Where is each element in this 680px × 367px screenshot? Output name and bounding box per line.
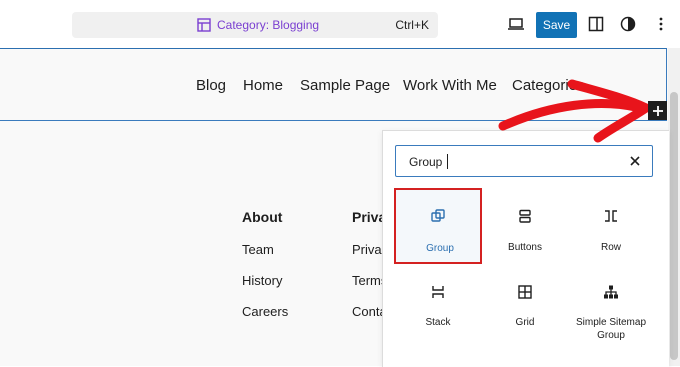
search-value: Group <box>409 155 443 169</box>
nav-item-categories[interactable]: Categories <box>512 77 585 94</box>
buttons-icon <box>519 209 531 223</box>
block-item-grid[interactable]: Grid <box>481 266 569 342</box>
footer-heading-about: About <box>242 209 283 225</box>
block-inserter-toggle[interactable] <box>648 101 667 120</box>
block-label-group: Group <box>426 243 454 254</box>
sidebar-toggle-icon[interactable] <box>587 15 605 33</box>
nav-item-blog[interactable]: Blog <box>196 77 226 94</box>
footer-link-careers[interactable]: Careers <box>242 304 288 319</box>
block-item-simple-sitemap-group[interactable]: Simple Sitemap Group <box>567 266 655 342</box>
nav-item-work-with-me[interactable]: Work With Me <box>403 77 497 94</box>
sitemap-icon <box>604 285 618 299</box>
desktop-preview-icon[interactable] <box>507 15 525 33</box>
close-icon[interactable] <box>628 154 642 168</box>
nav-item-sample-page[interactable]: Sample Page <box>300 77 390 94</box>
styles-contrast-icon[interactable] <box>619 15 637 33</box>
block-label-row: Row <box>600 242 621 253</box>
footer-link-team[interactable]: Team <box>242 242 274 257</box>
more-options-icon[interactable] <box>652 15 670 33</box>
group-icon <box>431 209 445 222</box>
block-label-buttons: Buttons <box>508 242 542 253</box>
block-label-stack: Stack <box>425 317 451 328</box>
document-title: Category: Blogging <box>217 18 320 32</box>
block-label-grid: Grid <box>515 317 535 328</box>
block-search-input[interactable]: Group <box>395 145 653 177</box>
block-item-stack[interactable]: Stack <box>394 266 482 342</box>
block-item-row[interactable]: Row <box>567 188 655 264</box>
stack-icon <box>432 286 444 298</box>
document-bar[interactable]: Category: Blogging Ctrl+K <box>72 12 438 38</box>
plus-icon <box>652 105 663 116</box>
text-caret <box>447 154 448 169</box>
template-icon <box>197 18 211 32</box>
nav-item-home[interactable]: Home <box>243 77 283 94</box>
grid-icon <box>518 285 532 299</box>
row-icon <box>605 210 617 222</box>
editor-toolbar: Category: Blogging Ctrl+K Save <box>0 0 680 48</box>
scrollbar-thumb[interactable] <box>670 92 678 360</box>
block-item-group[interactable]: Group <box>394 188 482 264</box>
command-shortcut: Ctrl+K <box>395 18 429 32</box>
block-label-simple-sitemap-group: Simple Sitemap Group <box>575 317 647 341</box>
save-button[interactable]: Save <box>536 12 577 38</box>
footer-link-history[interactable]: History <box>242 273 282 288</box>
block-item-buttons[interactable]: Buttons <box>481 188 569 264</box>
